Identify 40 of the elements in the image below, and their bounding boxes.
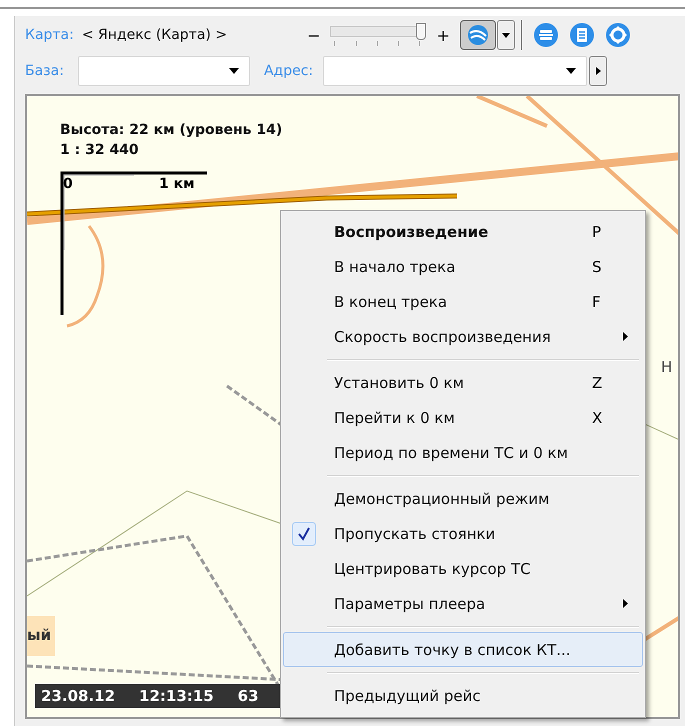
menu-item[interactable]: В конец трека F — [283, 284, 643, 319]
dropdown-button[interactable] — [496, 20, 515, 50]
scale-distance: 1 км — [159, 176, 195, 192]
place-label: ый — [27, 626, 52, 644]
menu-item[interactable]: Центрировать курсор ТС — [283, 551, 643, 586]
expand-button[interactable] — [589, 56, 608, 86]
triangle-right-icon — [596, 67, 601, 75]
move-icon[interactable] — [606, 23, 630, 47]
caret-icon — [228, 68, 239, 74]
altitude-text: Высота: 22 км (уровень 14) — [60, 122, 282, 138]
map-provider-selector[interactable]: < Яндекс (Карта) > — [82, 27, 228, 43]
scale-ratio: 1 : 32 440 — [60, 142, 139, 158]
menu-item[interactable]: Пропускать стоянки — [283, 516, 643, 551]
globe-icon — [466, 24, 489, 46]
zoom-slider[interactable] — [330, 22, 426, 48]
caret-icon — [566, 68, 576, 74]
zoom-in-button[interactable]: + — [432, 26, 454, 44]
menu-item[interactable]: Перейти к 0 км X — [283, 400, 643, 435]
address-label: Адрес: — [264, 63, 314, 79]
document-icon[interactable] — [570, 23, 594, 47]
track-info-text: 12:13:15 — [139, 687, 214, 705]
track-info-text: 23.08.12 — [41, 687, 116, 705]
track-info-text: 63 — [238, 687, 259, 705]
menu-item[interactable]: В начало трека S — [283, 249, 643, 284]
layers-icon[interactable] — [534, 23, 558, 47]
place-label: Н — [661, 358, 672, 376]
menu-item[interactable]: Скорость воспроизведения — [283, 319, 643, 354]
base-label: База: — [25, 63, 64, 79]
scale-zero: 0 — [63, 176, 73, 192]
menu-item[interactable]: Демонстрационный режим — [283, 481, 643, 516]
menu-item[interactable]: Период по времени ТС и 0 км — [283, 435, 643, 470]
menu-item[interactable]: Добавить точку в список КТ... — [283, 632, 643, 667]
menu-item[interactable]: Предыдущий рейс — [283, 678, 643, 713]
zoom-out-button[interactable]: − — [303, 26, 324, 44]
menu-item[interactable]: Установить 0 км Z — [283, 365, 643, 400]
caret-icon — [502, 32, 510, 38]
menu-item[interactable]: Параметры плеера — [283, 586, 643, 621]
menu-item[interactable]: Воспроизведение P — [283, 214, 643, 249]
map-label: Карта: — [25, 27, 74, 43]
globe-button[interactable] — [460, 20, 496, 50]
